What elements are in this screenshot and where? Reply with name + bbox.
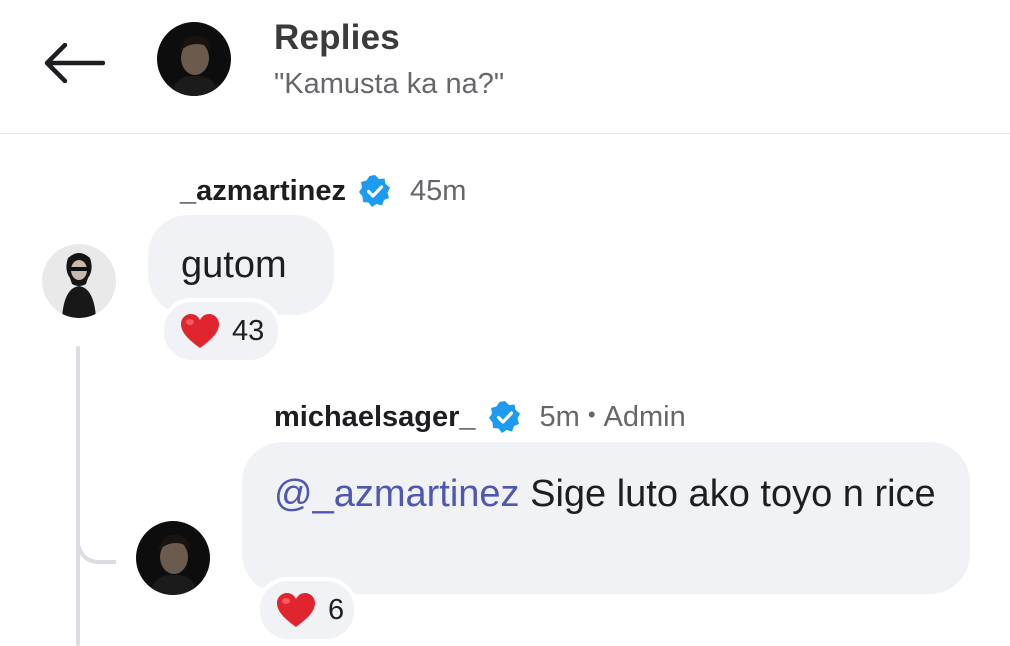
meta-separator: • <box>587 402 596 427</box>
avatar[interactable] <box>136 521 210 595</box>
reaction-badge[interactable]: 6 <box>256 577 358 643</box>
page-title: Replies <box>274 18 400 57</box>
comment-meta: _azmartinez 45m <box>180 169 466 213</box>
role-label: Admin <box>603 400 686 433</box>
header: Replies "Kamusta ka na?" <box>0 0 1010 134</box>
mention-link[interactable]: @_azmartinez <box>274 473 520 515</box>
thread-connector <box>76 520 116 564</box>
comment-time: 5m <box>539 400 580 433</box>
verified-badge-icon <box>488 401 520 433</box>
comment-text: gutom <box>181 244 287 286</box>
heart-icon <box>277 593 315 627</box>
reaction-count: 43 <box>232 314 265 347</box>
arrow-left-icon <box>44 43 105 83</box>
comment-time: 45m <box>410 174 467 207</box>
heart-icon <box>181 314 219 348</box>
reaction-count: 6 <box>328 593 345 626</box>
avatar-image <box>157 22 231 96</box>
comment-bubble[interactable]: @_azmartinez Sige luto ako toyo n rice <box>242 442 970 594</box>
avatar[interactable] <box>157 22 231 96</box>
avatar-image <box>42 244 116 318</box>
avatar[interactable] <box>42 244 116 318</box>
reaction-badge[interactable]: 43 <box>160 298 282 364</box>
avatar-image <box>136 521 210 595</box>
post-caption: "Kamusta ka na?" <box>274 68 505 100</box>
thread-line <box>76 346 80 646</box>
username[interactable]: michaelsager_ <box>274 401 476 434</box>
comment-text: Sige luto ako toyo n rice <box>519 473 936 515</box>
username[interactable]: _azmartinez <box>180 175 346 208</box>
back-button[interactable] <box>34 30 114 96</box>
verified-badge-icon <box>359 175 391 207</box>
replies-screen: Replies "Kamusta ka na?" _azmartinez 45m… <box>0 0 1010 646</box>
comment-meta: michaelsager_ 5m • Admin <box>274 395 686 439</box>
